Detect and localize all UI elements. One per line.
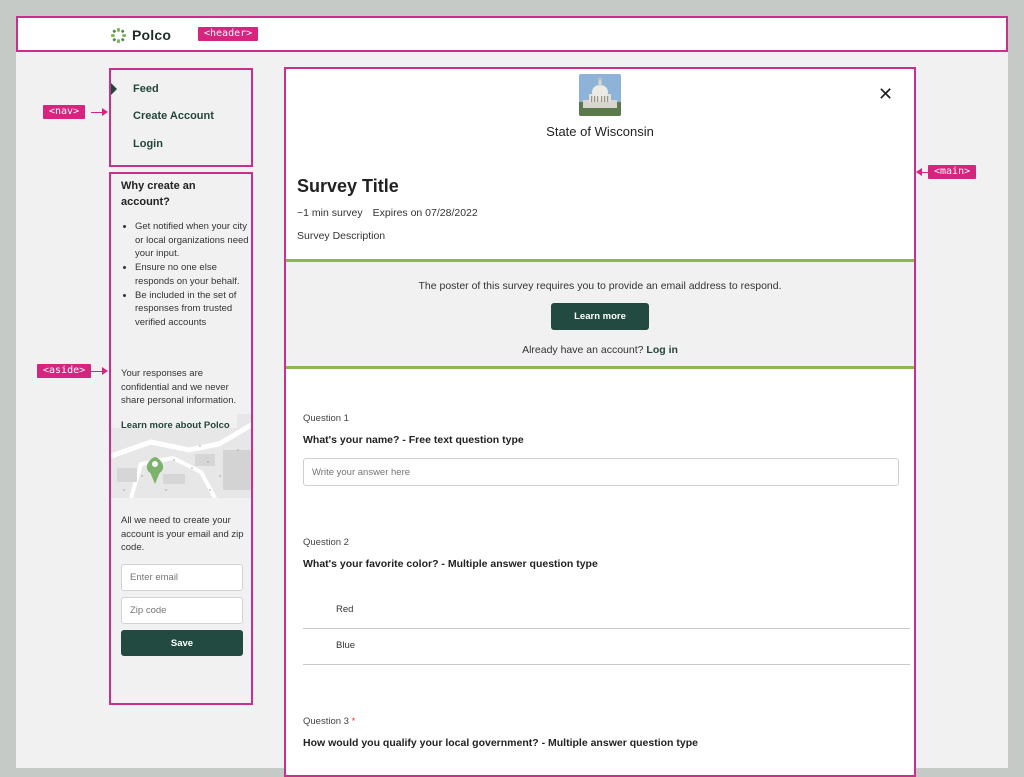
sidebar-aside: Why create an account? Get notified when… <box>109 172 253 705</box>
option-blue[interactable]: Blue <box>303 629 910 665</box>
question-1-title: What's your name? - Free text question t… <box>303 434 524 446</box>
survey-duration: ~1 min survey <box>297 207 363 219</box>
site-header: Polco <box>16 16 1008 52</box>
logo-text: Polco <box>132 27 172 43</box>
question-3-label: Question 3 * <box>303 716 355 727</box>
signup-text: All we need to create your account is yo… <box>121 515 244 554</box>
survey-meta: ~1 min survey Expires on 07/28/2022 <box>297 207 478 219</box>
benefit-item: Be included in the set of responses from… <box>135 289 251 330</box>
close-icon[interactable]: ✕ <box>878 85 893 103</box>
log-in-link[interactable]: Log in <box>646 344 678 356</box>
main-content: ✕ State of Wisconsin Survey Title ~1 min… <box>284 67 916 777</box>
aside-title: Why create an account? <box>121 180 196 208</box>
required-marker: * <box>351 716 356 727</box>
survey-description: Survey Description <box>297 230 386 242</box>
nav-item-feed[interactable]: Feed <box>133 83 159 95</box>
option-label: Blue <box>336 640 356 651</box>
email-required-notice: The poster of this survey requires you t… <box>286 259 914 369</box>
survey-expiry: Expires on 07/28/2022 <box>372 207 478 219</box>
question-3-title: How would you qualify your local governm… <box>303 737 698 749</box>
survey-title: Survey Title <box>297 176 399 196</box>
main-annotation-tag: <main> <box>928 165 977 179</box>
main-nav: Feed Create Account Login <box>109 68 253 167</box>
question-1-label: Question 1 <box>303 413 349 424</box>
question-2-title: What's your favorite color? - Multiple a… <box>303 558 598 570</box>
capitol-building-image <box>579 74 621 116</box>
save-button[interactable]: Save <box>121 630 243 656</box>
privacy-text: Your responses are confidential and we n… <box>121 368 237 407</box>
aside-annotation-tag: <aside> <box>37 364 92 378</box>
option-label: Red <box>336 604 354 615</box>
nav-annotation-tag: <nav> <box>43 105 86 119</box>
question-2-label: Question 2 <box>303 537 349 548</box>
learn-more-button[interactable]: Learn more <box>551 303 649 330</box>
zip-code-field[interactable] <box>121 597 243 624</box>
login-prompt: Already have an account? Log in <box>286 344 914 356</box>
question-3-label-text: Question 3 <box>303 716 349 727</box>
organization-name: State of Wisconsin <box>546 124 654 139</box>
benefits-list: Get notified when your city or local org… <box>121 220 251 330</box>
main-arrow-head <box>916 168 922 176</box>
notice-text: The poster of this survey requires you t… <box>418 280 782 292</box>
benefit-item: Ensure no one else responds on your beha… <box>135 261 251 288</box>
polco-logo-icon <box>111 27 126 43</box>
active-caret-icon <box>111 83 117 95</box>
benefit-item: Get notified when your city or local org… <box>135 220 251 261</box>
nav-arrow-head <box>102 108 108 116</box>
option-red[interactable]: Red <box>303 593 910 629</box>
nav-item-create-account[interactable]: Create Account <box>133 110 214 122</box>
question-1-answer-input[interactable] <box>303 458 899 486</box>
nav-item-login[interactable]: Login <box>133 138 163 150</box>
login-prompt-text: Already have an account? <box>522 344 644 356</box>
main-annotation-arrow <box>922 172 928 173</box>
map-pin-illustration: “ “ “ ” “ “ “ “ “ “ <box>111 414 251 498</box>
header-annotation-tag: <header> <box>198 27 259 41</box>
email-field[interactable] <box>121 564 243 591</box>
polco-logo[interactable]: Polco <box>111 27 171 43</box>
aside-arrow-head <box>102 367 108 375</box>
